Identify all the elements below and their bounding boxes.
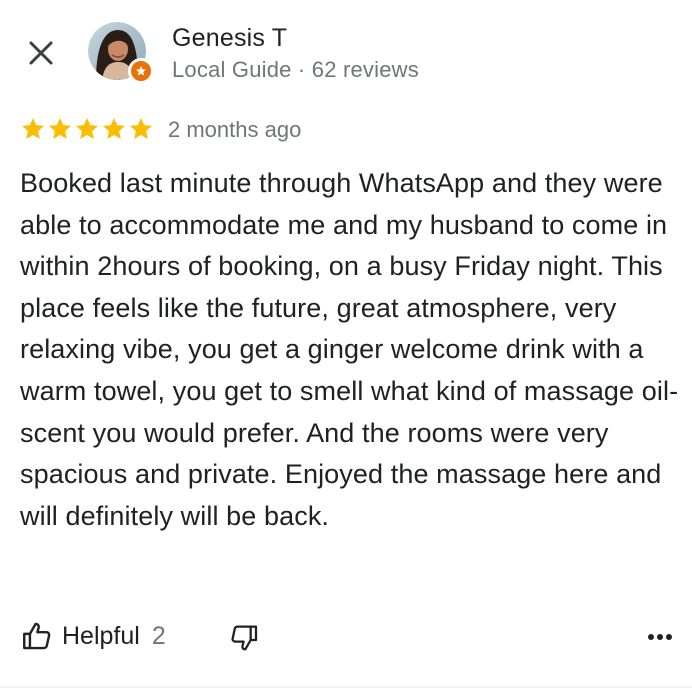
close-icon bbox=[29, 41, 53, 65]
star-icon bbox=[48, 117, 72, 139]
star-icon bbox=[75, 117, 99, 139]
review-detail: Genesis T Local Guide · 62 reviews 2 mon… bbox=[0, 0, 692, 692]
star-icon bbox=[102, 117, 126, 139]
helpful-button[interactable]: Helpful 2 bbox=[20, 616, 166, 656]
reviewer-meta: Local Guide · 62 reviews bbox=[172, 57, 419, 82]
review-text: Booked last minute through WhatsApp and … bbox=[20, 168, 679, 531]
helpful-label: Helpful bbox=[62, 621, 140, 650]
divider bbox=[0, 686, 692, 688]
thumbs-down-icon bbox=[231, 625, 258, 651]
star-icon bbox=[21, 117, 45, 139]
more-options-button[interactable] bbox=[640, 620, 680, 654]
close-button[interactable] bbox=[24, 36, 58, 70]
local-guide-star-icon bbox=[136, 66, 146, 76]
local-guide-badge bbox=[128, 58, 154, 84]
not-helpful-button[interactable] bbox=[224, 618, 264, 658]
helpful-count: 2 bbox=[151, 621, 166, 650]
thumbs-up-icon bbox=[23, 622, 51, 650]
star-rating bbox=[20, 116, 154, 142]
more-options-icon bbox=[648, 634, 672, 640]
reviewer-name[interactable]: Genesis T bbox=[172, 24, 287, 53]
review-date: 2 months ago bbox=[168, 117, 302, 142]
star-icon bbox=[129, 117, 153, 139]
reviewer-avatar-button[interactable] bbox=[88, 22, 154, 84]
